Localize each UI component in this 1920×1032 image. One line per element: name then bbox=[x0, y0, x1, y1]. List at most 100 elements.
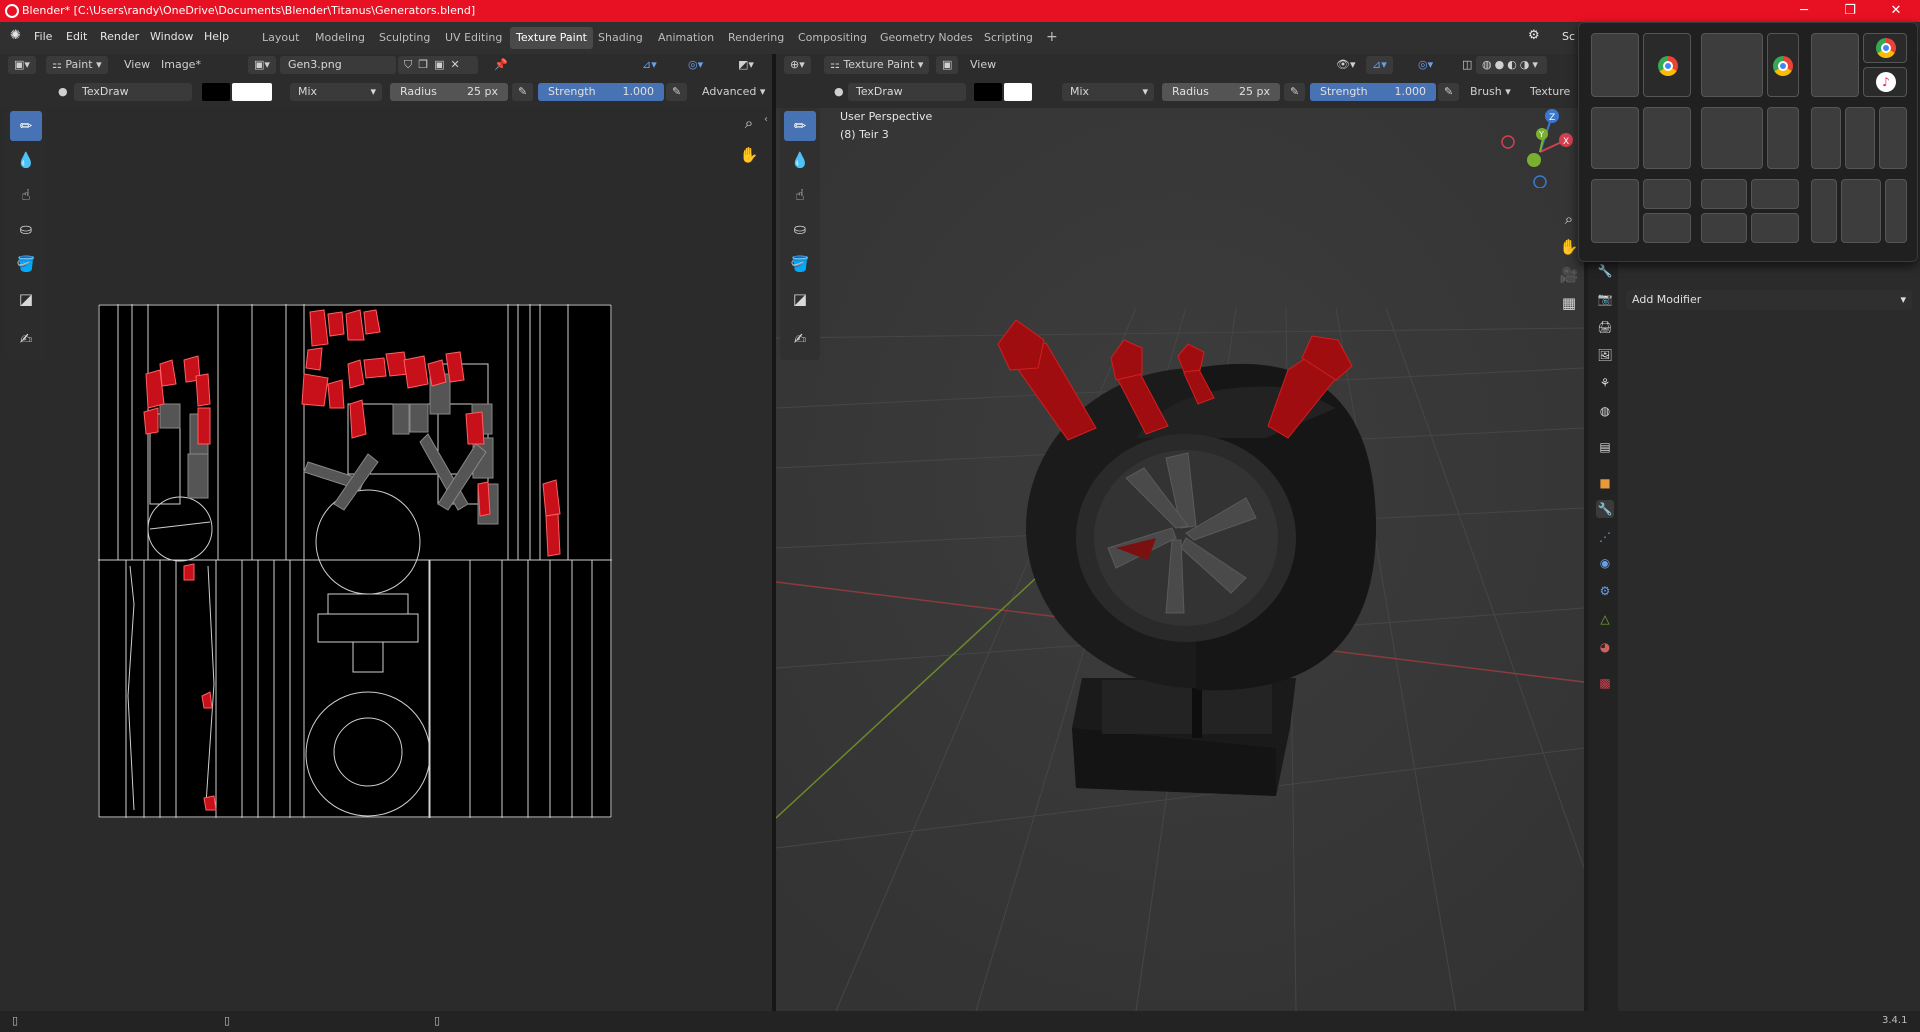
tab-layout[interactable]: Layout bbox=[256, 27, 305, 49]
add-workspace-button[interactable]: + bbox=[1040, 25, 1064, 47]
uv-image-menu[interactable]: Image* bbox=[155, 56, 207, 74]
tab-shading[interactable]: Shading bbox=[592, 27, 649, 49]
radius-pressure-icon[interactable]: ✎ bbox=[512, 83, 534, 101]
object-tab-icon[interactable]: ■ bbox=[1596, 474, 1614, 492]
perspective-toggle-icon[interactable]: ▦ bbox=[1556, 290, 1582, 316]
3d-viewport[interactable]: ✏ 💧 ☝ ⛀ 🪣 ◪ ✍ User Perspective (8) Teir … bbox=[776, 108, 1584, 1011]
snap-layout-5-right[interactable] bbox=[1767, 107, 1799, 169]
snap-layout-4-left[interactable] bbox=[1591, 107, 1639, 169]
vp-blend-mode-dropdown[interactable]: Mix ▾ bbox=[1062, 83, 1154, 101]
snap-layout-3-bottom-right[interactable]: ♪ bbox=[1863, 67, 1907, 97]
smear-brush-icon[interactable]: ☝ bbox=[10, 180, 42, 210]
close-button[interactable]: ✕ bbox=[1876, 1, 1916, 21]
texture-tab-icon[interactable]: ▩ bbox=[1596, 674, 1614, 692]
shading-modes[interactable]: ◍●◐◑▾ bbox=[1476, 56, 1547, 74]
advanced-dropdown[interactable]: Advanced ▾ bbox=[696, 83, 771, 101]
scene-icon[interactable]: ⚙ bbox=[1528, 28, 1540, 43]
visibility-icon[interactable]: 👁▾ bbox=[1330, 56, 1362, 74]
tab-uv-editing[interactable]: UV Editing bbox=[439, 27, 508, 49]
primary-color-swatch[interactable] bbox=[202, 83, 230, 101]
vp-secondary-color-swatch[interactable] bbox=[1004, 83, 1032, 101]
vp-mask-brush-icon[interactable]: ◪ bbox=[784, 284, 816, 314]
snap-layout-2-right[interactable] bbox=[1767, 33, 1799, 97]
menu-edit[interactable]: Edit bbox=[66, 30, 87, 43]
snap-layout-4-right[interactable] bbox=[1643, 107, 1691, 169]
material-tab-icon[interactable]: ◕ bbox=[1596, 638, 1614, 656]
vp-strength-slider[interactable]: Strength 1.000 bbox=[1310, 83, 1436, 101]
vp-strength-pressure-icon[interactable]: ✎ bbox=[1438, 83, 1460, 101]
tab-geometry-nodes[interactable]: Geometry Nodes bbox=[874, 27, 979, 49]
uv-display-icon[interactable]: ◩▾ bbox=[732, 56, 760, 74]
vp-radius-pressure-icon[interactable]: ✎ bbox=[1284, 83, 1306, 101]
fill-brush-icon[interactable]: 🪣 bbox=[10, 249, 42, 279]
restore-button[interactable]: ❐ bbox=[1830, 1, 1870, 21]
brush-menu[interactable]: Brush ▾ bbox=[1464, 83, 1517, 101]
vp-brush-name-field[interactable]: TexDraw bbox=[848, 83, 966, 101]
annotate-icon[interactable]: ✍ bbox=[10, 324, 42, 354]
editor-type-icon[interactable]: ▣▾ bbox=[8, 56, 36, 74]
data-tab-icon[interactable]: △ bbox=[1596, 610, 1614, 628]
output-tab-icon[interactable]: 🖨 bbox=[1596, 318, 1614, 336]
render-tab-icon[interactable]: 📷 bbox=[1596, 290, 1614, 308]
sidebar-toggle[interactable]: ‹ bbox=[764, 114, 768, 125]
soften-brush-icon[interactable]: 💧 bbox=[10, 145, 42, 175]
snap-layout-6-c[interactable] bbox=[1879, 107, 1907, 169]
texture-slot-icon[interactable]: ▣ bbox=[936, 56, 959, 74]
vp-annotate-icon[interactable]: ✍ bbox=[784, 324, 816, 354]
scene-tab-icon[interactable]: ⚘ bbox=[1596, 374, 1614, 392]
tab-modeling[interactable]: Modeling bbox=[309, 27, 371, 49]
snap-layout-2-left[interactable] bbox=[1701, 33, 1763, 97]
snap-layout-6-b[interactable] bbox=[1845, 107, 1875, 169]
tab-rendering[interactable]: Rendering bbox=[722, 27, 790, 49]
texture-menu[interactable]: Texture bbox=[1524, 83, 1576, 101]
uv-view-menu[interactable]: View bbox=[118, 56, 156, 74]
snap-layout-8-bl[interactable] bbox=[1701, 213, 1747, 243]
vp-draw-brush-icon[interactable]: ✏ bbox=[784, 111, 816, 141]
blend-mode-dropdown[interactable]: Mix ▾ bbox=[290, 83, 382, 101]
image-actions[interactable]: ⛉❐▣✕ bbox=[398, 56, 478, 74]
world-tab-icon[interactable]: ◍ bbox=[1596, 402, 1614, 420]
tab-scripting[interactable]: Scripting bbox=[978, 27, 1039, 49]
snap-layout-9-a[interactable] bbox=[1811, 179, 1837, 243]
constraints-tab-icon[interactable]: ⚙ bbox=[1596, 582, 1614, 600]
menu-help[interactable]: Help bbox=[204, 30, 229, 43]
snap-layout-8-tr[interactable] bbox=[1751, 179, 1799, 209]
image-name-field[interactable]: Gen3.png bbox=[280, 56, 396, 74]
viewport-mode-dropdown[interactable]: ⚏ Texture Paint ▾ bbox=[824, 56, 930, 74]
pan-hand-icon[interactable]: ✋ bbox=[736, 142, 762, 168]
viewport-editor-type-icon[interactable]: ⊕▾ bbox=[784, 56, 811, 74]
minimize-button[interactable]: ─ bbox=[1784, 1, 1824, 21]
scene-selector[interactable]: Sc bbox=[1562, 30, 1575, 43]
tab-compositing[interactable]: Compositing bbox=[792, 27, 873, 49]
snap-layout-7-left[interactable] bbox=[1591, 179, 1639, 243]
clone-brush-icon[interactable]: ⛀ bbox=[10, 214, 42, 244]
navigation-gizmo[interactable]: Z X Y bbox=[1494, 108, 1584, 188]
camera-view-icon[interactable]: 🎥 bbox=[1556, 262, 1582, 288]
vp-brush-icon[interactable]: ● bbox=[828, 83, 850, 101]
menu-render[interactable]: Render bbox=[100, 30, 139, 43]
uv-mode-dropdown[interactable]: ⚏ Paint ▾ bbox=[46, 56, 108, 74]
view-layer-tab-icon[interactable]: 🖼 bbox=[1596, 346, 1614, 364]
snap-layout-1-right[interactable] bbox=[1643, 33, 1691, 97]
brush-name-field[interactable]: TexDraw bbox=[74, 83, 192, 101]
particles-tab-icon[interactable]: ⋰ bbox=[1596, 528, 1614, 546]
tab-sculpting[interactable]: Sculpting bbox=[373, 27, 436, 49]
strength-slider[interactable]: Strength 1.000 bbox=[538, 83, 664, 101]
snap-layout-9-b[interactable] bbox=[1841, 179, 1881, 243]
uv-image-editor[interactable]: ✏ 💧 ☝ ⛀ 🪣 ◪ ✍ ⌕ ✋ ‹ bbox=[0, 108, 772, 1011]
tab-animation[interactable]: Animation bbox=[652, 27, 720, 49]
snap-layout-8-tl[interactable] bbox=[1701, 179, 1747, 209]
radius-slider[interactable]: Radius 25 px bbox=[390, 83, 508, 101]
menu-window[interactable]: Window bbox=[150, 30, 193, 43]
blender-menu-icon[interactable]: ✺ bbox=[10, 28, 21, 43]
vp-smear-brush-icon[interactable]: ☝ bbox=[784, 180, 816, 210]
vp-primary-color-swatch[interactable] bbox=[974, 83, 1002, 101]
strength-pressure-icon[interactable]: ✎ bbox=[666, 83, 688, 101]
add-modifier-dropdown[interactable]: Add Modifier ▾ bbox=[1626, 290, 1912, 310]
snap-layout-9-c[interactable] bbox=[1885, 179, 1907, 243]
menu-file[interactable]: File bbox=[34, 30, 52, 43]
snap-layout-8-br[interactable] bbox=[1751, 213, 1799, 243]
image-browse-icon[interactable]: ▣▾ bbox=[248, 56, 276, 74]
vp-soften-brush-icon[interactable]: 💧 bbox=[784, 145, 816, 175]
draw-brush-icon[interactable]: ✏ bbox=[10, 111, 42, 141]
